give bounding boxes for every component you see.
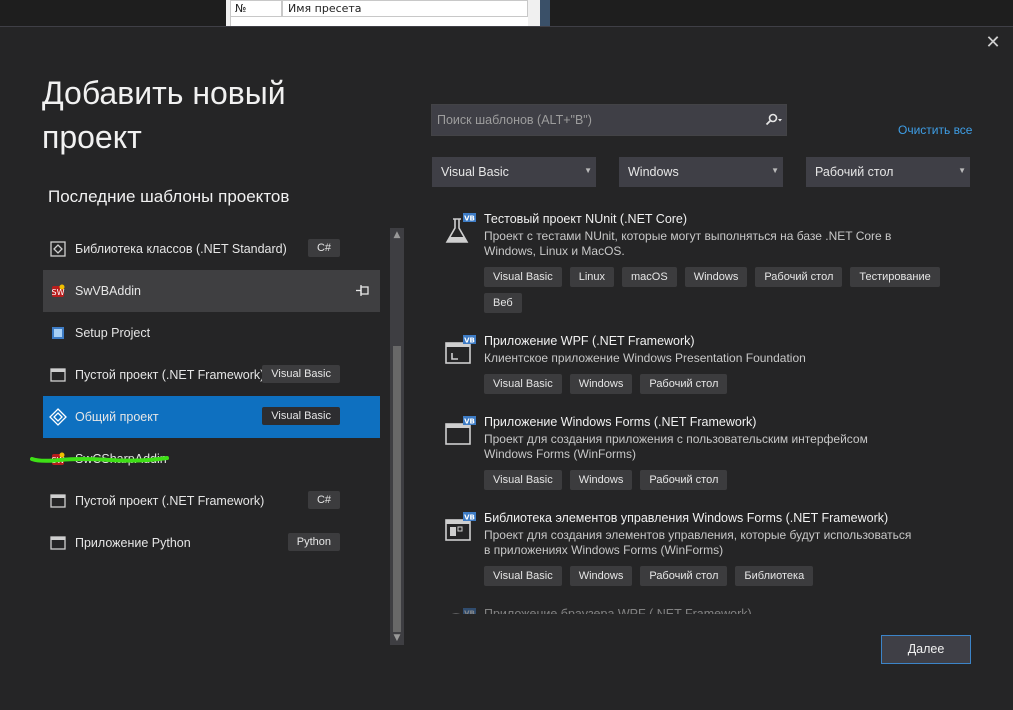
recent-template-item[interactable]: Setup Project xyxy=(43,312,380,354)
add-new-project-dialog: ✕ Добавить новый проект Последние шаблон… xyxy=(0,26,1013,710)
recent-templates-list: Библиотека классов (.NET Standard) C# SW Sw… xyxy=(43,228,380,564)
project-template-item[interactable]: VB Тестовый проект NUnit (.NET Core) Проек… xyxy=(440,210,980,319)
template-description: Проект для создания приложения с пользов… xyxy=(484,432,868,461)
svg-text:VB: VB xyxy=(464,610,475,615)
template-tags: Visual Basic Linux macOS Windows Рабочий сто… xyxy=(484,267,980,319)
clear-all-link[interactable]: Очистить все xyxy=(898,123,972,137)
template-tag: Linux xyxy=(569,267,615,287)
template-tag: Рабочий стол xyxy=(640,566,728,586)
template-tag: Windows xyxy=(684,267,748,287)
chevron-down-icon: ▼ xyxy=(584,166,592,175)
svg-text:VB: VB xyxy=(464,418,475,426)
column-preset-name-header: Имя пресета xyxy=(282,0,528,17)
template-tag: Visual Basic xyxy=(484,267,562,287)
platform-filter-dropdown[interactable]: Windows ▼ xyxy=(619,157,783,187)
dialog-title: Добавить новый проект xyxy=(42,75,286,155)
setup-project-icon xyxy=(49,324,67,342)
language-badge: Python xyxy=(287,533,340,551)
column-number-header: № xyxy=(230,0,282,17)
search-icon[interactable] xyxy=(760,105,786,135)
template-tag: Веб xyxy=(484,293,522,313)
empty-project-icon xyxy=(49,492,67,510)
svg-text:VB: VB xyxy=(464,215,475,223)
chevron-down-icon: ▼ xyxy=(958,166,966,175)
wpf-browser-app-icon: VB xyxy=(442,608,476,614)
recent-template-item[interactable]: Пустой проект (.NET Framework) C# xyxy=(43,480,380,522)
scroll-thumb[interactable] xyxy=(393,346,401,632)
background-preset-table: № Имя пресета xyxy=(226,0,546,26)
project-template-item[interactable]: VB Приложение браузера WPF (.NET Framewor… xyxy=(440,605,980,614)
template-tag: Рабочий стол xyxy=(640,374,728,394)
background-scrollbar xyxy=(540,0,550,26)
recent-template-item[interactable]: Пустой проект (.NET Framework) Visual Bas… xyxy=(43,354,380,396)
template-tag: Рабочий стол xyxy=(755,267,843,287)
template-tag: Visual Basic xyxy=(484,566,562,586)
winforms-app-icon: VB xyxy=(442,416,476,450)
project-templates-list: VB Тестовый проект NUnit (.NET Core) Проек… xyxy=(440,210,980,614)
recent-list-scrollbar[interactable]: ▲ ▼ xyxy=(390,228,404,645)
recent-template-label: Setup Project xyxy=(75,326,151,340)
project-template-item[interactable]: VB Приложение WPF (.NET Framework) Клиентс… xyxy=(440,332,980,400)
green-annotation-stroke xyxy=(30,456,169,463)
recent-templates-heading: Последние шаблоны проектов xyxy=(48,187,290,206)
empty-project-icon xyxy=(49,366,67,384)
addin-icon: SW xyxy=(49,282,67,300)
chevron-down-icon: ▼ xyxy=(771,166,779,175)
pin-icon[interactable] xyxy=(354,282,372,300)
template-title: Библиотека элементов управления Windows … xyxy=(484,511,889,525)
template-tag: Библиотека xyxy=(735,566,814,586)
language-filter-value: Visual Basic xyxy=(441,165,509,179)
template-tag: Visual Basic xyxy=(484,374,562,394)
template-tags: Visual Basic Windows Рабочий стол xyxy=(484,374,980,400)
language-filter-dropdown[interactable]: Visual Basic ▼ xyxy=(432,157,596,187)
template-title: Приложение WPF (.NET Framework) xyxy=(484,334,695,348)
template-description: Проект для создания элементов управления… xyxy=(484,528,912,557)
platform-filter-value: Windows xyxy=(628,165,679,179)
template-tag: Тестирование xyxy=(850,267,940,287)
recent-template-label: SwVBAddin xyxy=(75,284,142,298)
python-app-icon xyxy=(49,534,67,552)
template-search-box[interactable] xyxy=(431,104,787,136)
recent-template-item[interactable]: Библиотека классов (.NET Standard) C# xyxy=(43,228,380,270)
template-description: Проект с тестами NUnit, которые могут вы… xyxy=(484,229,892,258)
language-badge: C# xyxy=(307,239,340,257)
project-type-filter-dropdown[interactable]: Рабочий стол ▼ xyxy=(806,157,970,187)
template-search-input[interactable] xyxy=(432,105,760,135)
shared-project-icon xyxy=(49,408,67,426)
template-title: Приложение Windows Forms (.NET Framework… xyxy=(484,415,757,429)
svg-text:VB: VB xyxy=(464,514,475,522)
template-tag: Windows xyxy=(569,374,633,394)
template-description: Клиентское приложение Windows Presentati… xyxy=(484,351,806,365)
template-title: Тестовый проект NUnit (.NET Core) xyxy=(484,212,688,226)
template-tag: Рабочий стол xyxy=(640,470,728,490)
template-tag: Windows xyxy=(569,470,633,490)
template-tag: Visual Basic xyxy=(484,470,562,490)
template-tag: macOS xyxy=(622,267,677,287)
project-template-item[interactable]: VB Приложение Windows Forms (.NET Framewo… xyxy=(440,413,980,496)
close-icon[interactable]: ✕ xyxy=(983,33,1003,53)
recent-template-item[interactable]: Общий проект Visual Basic xyxy=(43,396,380,438)
class-library-icon xyxy=(49,240,67,258)
language-badge: Visual Basic xyxy=(262,365,340,383)
scroll-up-arrow-icon[interactable]: ▲ xyxy=(390,228,404,242)
project-template-item[interactable]: VB Библиотека элементов управления Window… xyxy=(440,509,980,592)
wpf-app-icon: VB xyxy=(442,335,476,369)
template-tags: Visual Basic Windows Рабочий стол Библиотек… xyxy=(484,566,980,592)
recent-template-item[interactable]: SW SwVBAddin xyxy=(43,270,380,312)
template-tag: Windows xyxy=(569,566,633,586)
language-badge: C# xyxy=(307,491,340,509)
test-flask-icon: VB xyxy=(442,213,476,247)
language-badge: Visual Basic xyxy=(262,407,340,425)
next-button[interactable]: Далее xyxy=(881,635,971,664)
template-tags: Visual Basic Windows Рабочий стол xyxy=(484,470,980,496)
control-library-icon: VB xyxy=(442,512,476,546)
project-type-filter-value: Рабочий стол xyxy=(815,165,894,179)
svg-text:VB: VB xyxy=(464,337,475,345)
template-title: Приложение браузера WPF (.NET Framework) xyxy=(484,607,752,614)
scroll-down-arrow-icon[interactable]: ▼ xyxy=(390,631,404,645)
recent-template-item[interactable]: Приложение Python Python xyxy=(43,522,380,564)
